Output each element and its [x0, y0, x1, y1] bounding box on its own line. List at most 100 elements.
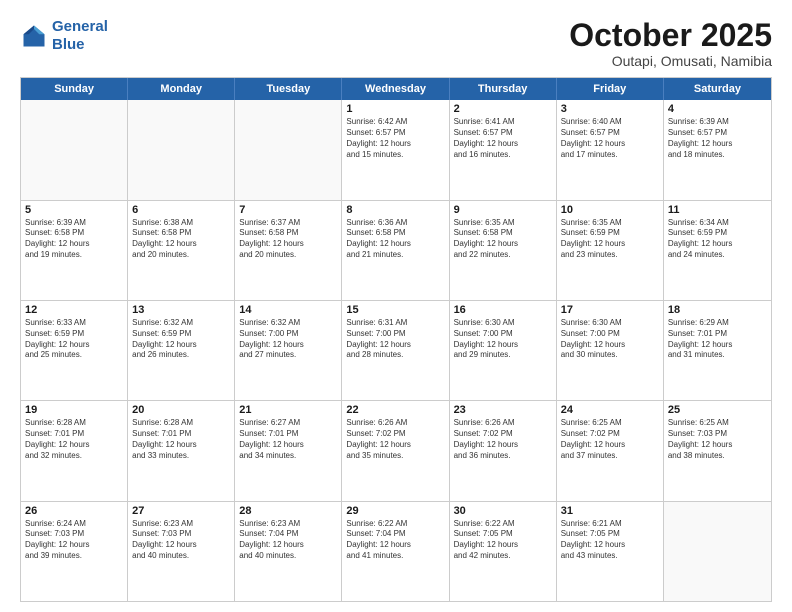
day-info-27: Sunrise: 6:23 AM Sunset: 7:03 PM Dayligh…	[132, 519, 230, 562]
calendar-cell-2-1: 13Sunrise: 6:32 AM Sunset: 6:59 PM Dayli…	[128, 301, 235, 400]
day-info-9: Sunrise: 6:35 AM Sunset: 6:58 PM Dayligh…	[454, 218, 552, 261]
calendar-row-4: 26 Sunrise: 6:24 AM Sunset: 7:03 PM Dayli…	[21, 501, 771, 601]
day-info-25: Sunrise: 6:25 AM Sunset: 7:03 PM Dayligh…	[668, 418, 767, 461]
day-info-1: Sunrise: 6:42 AM Sunset: 6:57 PM Dayligh…	[346, 117, 444, 160]
day-info-13: Sunrise: 6:32 AM Sunset: 6:59 PM Dayligh…	[132, 318, 230, 361]
calendar-cell-1-1: 6Sunrise: 6:38 AM Sunset: 6:58 PM Daylig…	[128, 201, 235, 300]
calendar: Sunday Monday Tuesday Wednesday Thursday…	[20, 77, 772, 602]
day-info-23: Sunrise: 6:26 AM Sunset: 7:02 PM Dayligh…	[454, 418, 552, 461]
day-number-31: 31	[561, 505, 659, 517]
calendar-cell-0-0	[21, 100, 128, 199]
calendar-cell-0-2	[235, 100, 342, 199]
weekday-wednesday: Wednesday	[342, 78, 449, 100]
weekday-thursday: Thursday	[450, 78, 557, 100]
calendar-cell-2-2: 14Sunrise: 6:32 AM Sunset: 7:00 PM Dayli…	[235, 301, 342, 400]
calendar-row-3: 19 Sunrise: 6:28 AM Sunset: 7:01 PM Dayli…	[21, 400, 771, 500]
day-info-16: Sunrise: 6:30 AM Sunset: 7:00 PM Dayligh…	[454, 318, 552, 361]
day-number-27: 27	[132, 505, 230, 517]
calendar-cell-3-4: 23 Sunrise: 6:26 AM Sunset: 7:02 PM Dayli…	[450, 401, 557, 500]
calendar-cell-4-2: 28Sunrise: 6:23 AM Sunset: 7:04 PM Dayli…	[235, 502, 342, 601]
calendar-cell-0-3: 1 Sunrise: 6:42 AM Sunset: 6:57 PM Daylig…	[342, 100, 449, 199]
calendar-cell-1-0: 5Sunrise: 6:39 AM Sunset: 6:58 PM Daylig…	[21, 201, 128, 300]
day-number-19: 19	[25, 404, 123, 416]
day-info-19: Sunrise: 6:28 AM Sunset: 7:01 PM Dayligh…	[25, 418, 123, 461]
calendar-row-1: 5Sunrise: 6:39 AM Sunset: 6:58 PM Daylig…	[21, 200, 771, 300]
day-number-18: 18	[668, 304, 767, 316]
day-number-4: 4	[668, 103, 767, 115]
day-info-18: Sunrise: 6:29 AM Sunset: 7:01 PM Dayligh…	[668, 318, 767, 361]
page: General Blue October 2025 Outapi, Omusat…	[0, 0, 792, 612]
calendar-body: 1 Sunrise: 6:42 AM Sunset: 6:57 PM Daylig…	[21, 100, 771, 601]
title-block: October 2025 Outapi, Omusati, Namibia	[569, 18, 772, 69]
day-info-2: Sunrise: 6:41 AM Sunset: 6:57 PM Dayligh…	[454, 117, 552, 160]
day-number-26: 26	[25, 505, 123, 517]
day-number-9: 9	[454, 204, 552, 216]
day-number-30: 30	[454, 505, 552, 517]
logo: General Blue	[20, 18, 108, 54]
day-number-11: 11	[668, 204, 767, 216]
calendar-cell-2-6: 18 Sunrise: 6:29 AM Sunset: 7:01 PM Dayli…	[664, 301, 771, 400]
day-number-10: 10	[561, 204, 659, 216]
calendar-cell-4-5: 31 Sunrise: 6:21 AM Sunset: 7:05 PM Dayli…	[557, 502, 664, 601]
calendar-row-0: 1 Sunrise: 6:42 AM Sunset: 6:57 PM Daylig…	[21, 100, 771, 199]
calendar-cell-0-6: 4Sunrise: 6:39 AM Sunset: 6:57 PM Daylig…	[664, 100, 771, 199]
calendar-cell-0-4: 2 Sunrise: 6:41 AM Sunset: 6:57 PM Daylig…	[450, 100, 557, 199]
day-info-10: Sunrise: 6:35 AM Sunset: 6:59 PM Dayligh…	[561, 218, 659, 261]
day-number-17: 17	[561, 304, 659, 316]
day-info-24: Sunrise: 6:25 AM Sunset: 7:02 PM Dayligh…	[561, 418, 659, 461]
calendar-cell-3-1: 20Sunrise: 6:28 AM Sunset: 7:01 PM Dayli…	[128, 401, 235, 500]
day-number-12: 12	[25, 304, 123, 316]
day-number-14: 14	[239, 304, 337, 316]
calendar-cell-1-6: 11 Sunrise: 6:34 AM Sunset: 6:59 PM Dayli…	[664, 201, 771, 300]
calendar-cell-4-0: 26 Sunrise: 6:24 AM Sunset: 7:03 PM Dayli…	[21, 502, 128, 601]
calendar-cell-2-3: 15 Sunrise: 6:31 AM Sunset: 7:00 PM Dayli…	[342, 301, 449, 400]
day-number-24: 24	[561, 404, 659, 416]
calendar-cell-2-5: 17Sunrise: 6:30 AM Sunset: 7:00 PM Dayli…	[557, 301, 664, 400]
day-info-7: Sunrise: 6:37 AM Sunset: 6:58 PM Dayligh…	[239, 218, 337, 261]
header: General Blue October 2025 Outapi, Omusat…	[20, 18, 772, 69]
day-info-29: Sunrise: 6:22 AM Sunset: 7:04 PM Dayligh…	[346, 519, 444, 562]
calendar-cell-3-2: 21 Sunrise: 6:27 AM Sunset: 7:01 PM Dayli…	[235, 401, 342, 500]
weekday-tuesday: Tuesday	[235, 78, 342, 100]
day-number-28: 28	[239, 505, 337, 517]
day-info-11: Sunrise: 6:34 AM Sunset: 6:59 PM Dayligh…	[668, 218, 767, 261]
day-info-15: Sunrise: 6:31 AM Sunset: 7:00 PM Dayligh…	[346, 318, 444, 361]
calendar-cell-4-3: 29Sunrise: 6:22 AM Sunset: 7:04 PM Dayli…	[342, 502, 449, 601]
day-info-12: Sunrise: 6:33 AM Sunset: 6:59 PM Dayligh…	[25, 318, 123, 361]
calendar-cell-3-3: 22 Sunrise: 6:26 AM Sunset: 7:02 PM Dayli…	[342, 401, 449, 500]
day-info-20: Sunrise: 6:28 AM Sunset: 7:01 PM Dayligh…	[132, 418, 230, 461]
calendar-cell-1-3: 8 Sunrise: 6:36 AM Sunset: 6:58 PM Daylig…	[342, 201, 449, 300]
weekday-monday: Monday	[128, 78, 235, 100]
month-title: October 2025	[569, 18, 772, 53]
calendar-cell-0-1	[128, 100, 235, 199]
calendar-header: Sunday Monday Tuesday Wednesday Thursday…	[21, 78, 771, 100]
day-number-25: 25	[668, 404, 767, 416]
calendar-cell-2-0: 12 Sunrise: 6:33 AM Sunset: 6:59 PM Dayli…	[21, 301, 128, 400]
day-number-15: 15	[346, 304, 444, 316]
day-number-21: 21	[239, 404, 337, 416]
day-number-6: 6	[132, 204, 230, 216]
calendar-cell-3-0: 19 Sunrise: 6:28 AM Sunset: 7:01 PM Dayli…	[21, 401, 128, 500]
day-number-23: 23	[454, 404, 552, 416]
day-info-5: Sunrise: 6:39 AM Sunset: 6:58 PM Dayligh…	[25, 218, 123, 261]
day-number-1: 1	[346, 103, 444, 115]
day-info-22: Sunrise: 6:26 AM Sunset: 7:02 PM Dayligh…	[346, 418, 444, 461]
calendar-cell-2-4: 16 Sunrise: 6:30 AM Sunset: 7:00 PM Dayli…	[450, 301, 557, 400]
location-subtitle: Outapi, Omusati, Namibia	[569, 53, 772, 69]
calendar-cell-3-6: 25 Sunrise: 6:25 AM Sunset: 7:03 PM Dayli…	[664, 401, 771, 500]
calendar-cell-1-4: 9 Sunrise: 6:35 AM Sunset: 6:58 PM Daylig…	[450, 201, 557, 300]
weekday-saturday: Saturday	[664, 78, 771, 100]
weekday-friday: Friday	[557, 78, 664, 100]
day-info-3: Sunrise: 6:40 AM Sunset: 6:57 PM Dayligh…	[561, 117, 659, 160]
calendar-cell-4-4: 30 Sunrise: 6:22 AM Sunset: 7:05 PM Dayli…	[450, 502, 557, 601]
day-number-16: 16	[454, 304, 552, 316]
day-info-21: Sunrise: 6:27 AM Sunset: 7:01 PM Dayligh…	[239, 418, 337, 461]
day-info-8: Sunrise: 6:36 AM Sunset: 6:58 PM Dayligh…	[346, 218, 444, 261]
day-info-26: Sunrise: 6:24 AM Sunset: 7:03 PM Dayligh…	[25, 519, 123, 562]
day-info-30: Sunrise: 6:22 AM Sunset: 7:05 PM Dayligh…	[454, 519, 552, 562]
day-number-2: 2	[454, 103, 552, 115]
day-number-22: 22	[346, 404, 444, 416]
day-number-8: 8	[346, 204, 444, 216]
day-info-31: Sunrise: 6:21 AM Sunset: 7:05 PM Dayligh…	[561, 519, 659, 562]
calendar-cell-4-6	[664, 502, 771, 601]
